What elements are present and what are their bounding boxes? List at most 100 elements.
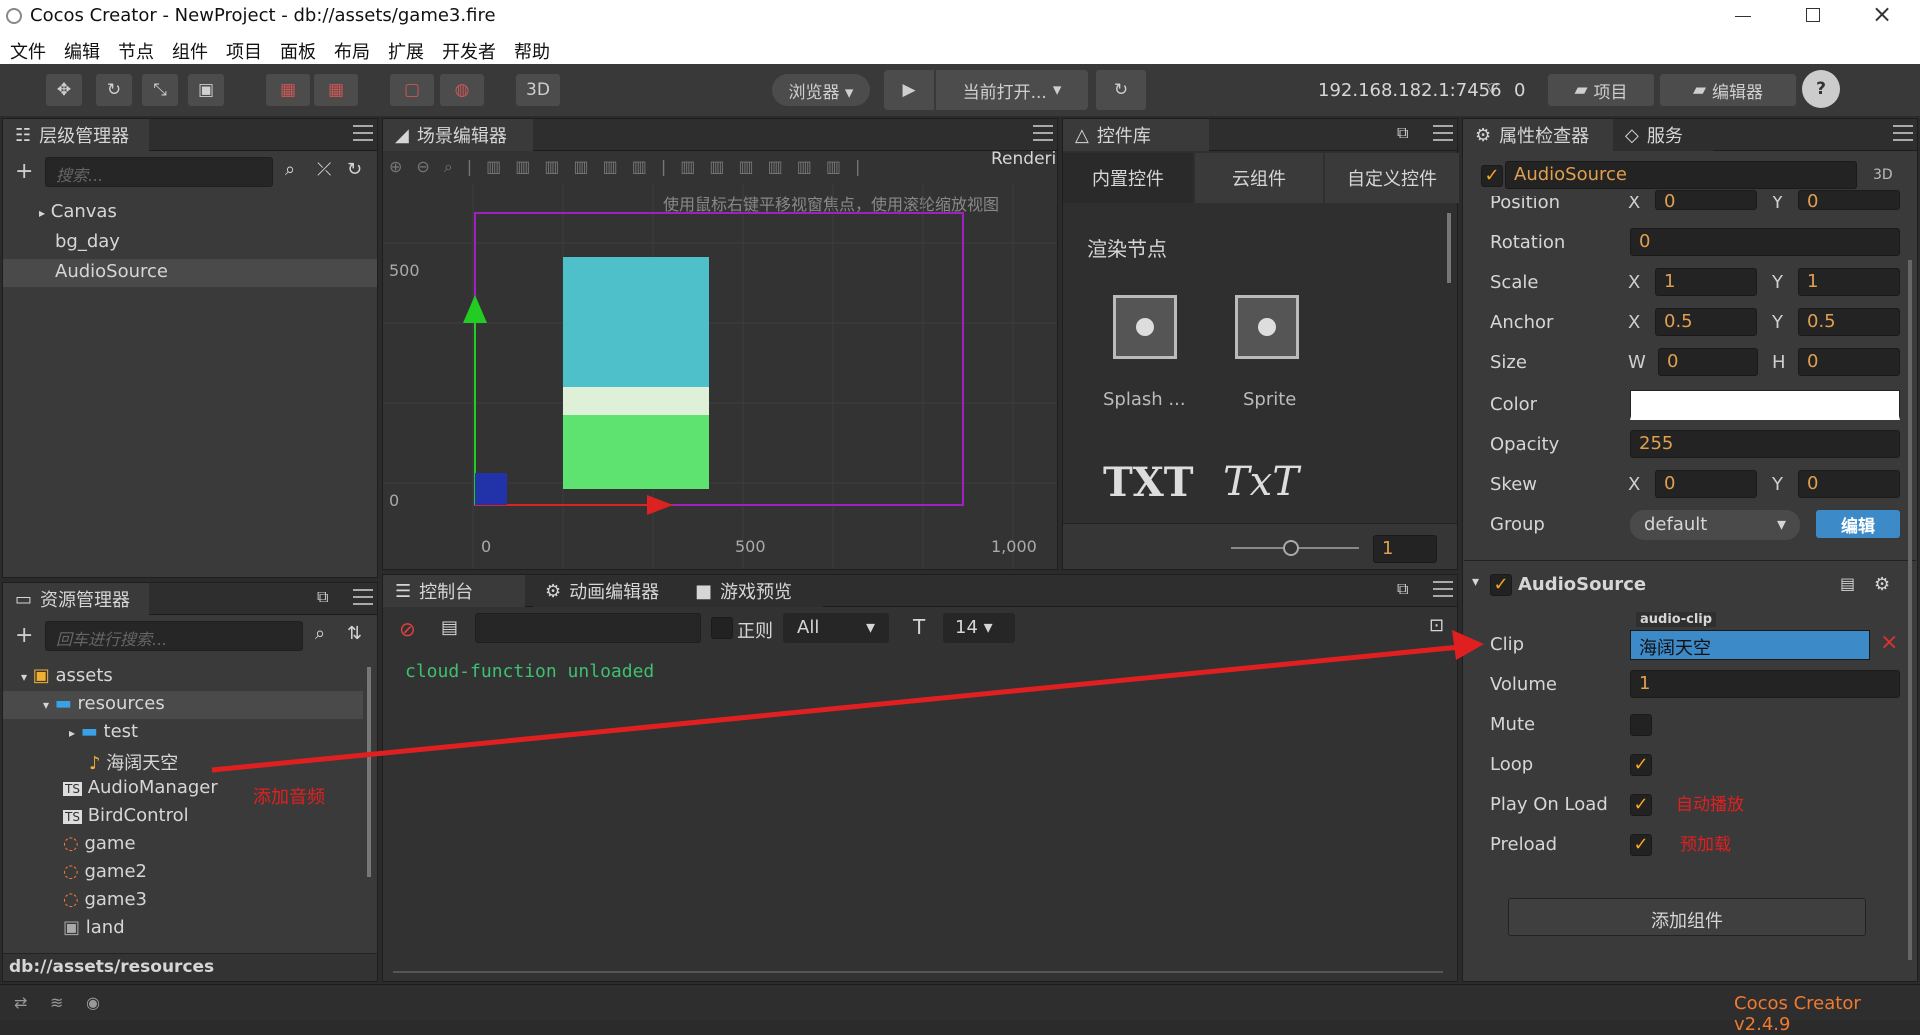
sort-icon[interactable]: ⇅	[347, 623, 362, 644]
tab-widget-library[interactable]: △ 控件库	[1063, 119, 1209, 151]
widget-richtext[interactable]: TxT	[1223, 459, 1299, 505]
opacity-input[interactable]: 255	[1630, 430, 1900, 458]
font-size-select[interactable]: 14 ▾	[943, 613, 1015, 643]
menu-item-2[interactable]: 节点	[118, 38, 154, 64]
menu-item-0[interactable]: 文件	[10, 38, 46, 64]
skew-y-input[interactable]: 0	[1798, 470, 1900, 498]
panel-menu-icon[interactable]	[353, 589, 373, 605]
collapse-icon[interactable]: ⤫	[317, 159, 331, 180]
anchor-x-input[interactable]: 0.5	[1655, 308, 1757, 336]
rotation-input[interactable]: 0	[1630, 228, 1900, 256]
position-y-input[interactable]: 0	[1798, 190, 1900, 210]
group-edit-button[interactable]: 编辑	[1816, 510, 1900, 538]
open-log-icon[interactable]: ▤	[441, 617, 458, 638]
play-button[interactable]: ▶	[884, 70, 934, 110]
playonload-checkbox[interactable]: ✓	[1630, 794, 1652, 816]
console-hscrollbar[interactable]	[393, 971, 1443, 973]
inspector-scrollbar[interactable]	[1908, 260, 1912, 960]
open-editor-button[interactable]: ▰ 编辑器	[1660, 74, 1796, 106]
tree-item-bg-day[interactable]: bg_day	[55, 231, 120, 252]
tab-cloud[interactable]: 云组件	[1195, 153, 1323, 203]
search-icon[interactable]: ⌕	[285, 159, 295, 180]
menu-item-3[interactable]: 组件	[172, 38, 208, 64]
component-enabled-checkbox[interactable]: ✓	[1490, 574, 1512, 596]
scale-x-input[interactable]: 1	[1655, 268, 1757, 296]
tree-item-assets[interactable]: ▾ ▣ assets	[21, 665, 113, 686]
sync-icon[interactable]: ⇄	[14, 993, 27, 1012]
scale-tool-button[interactable]: ⤡	[142, 74, 178, 106]
eye-icon[interactable]: ◉	[86, 993, 100, 1012]
tab-builtin[interactable]: 内置控件	[1063, 153, 1193, 203]
tree-item-game3[interactable]: ◌ game3	[63, 889, 147, 910]
refresh-button[interactable]: ↻	[1096, 70, 1146, 110]
refresh-icon[interactable]: ↻	[347, 159, 362, 180]
add-component-button[interactable]: 添加组件	[1508, 898, 1866, 936]
zoom-input[interactable]: 1	[1373, 535, 1437, 563]
pivot-button[interactable]: ▦	[266, 74, 310, 106]
widget-sprite[interactable]	[1235, 295, 1299, 359]
menu-item-4[interactable]: 项目	[226, 38, 262, 64]
tab-hierarchy[interactable]: ☷ 层级管理器	[3, 119, 149, 151]
widget-splash[interactable]	[1113, 295, 1177, 359]
collapse-console-icon[interactable]: ⊡	[1429, 615, 1444, 636]
log-level-select[interactable]: All ▾	[783, 613, 889, 643]
popout-icon[interactable]: ⧉	[1397, 123, 1408, 143]
coord-button[interactable]: ▦	[314, 74, 358, 106]
open-project-button[interactable]: ▰ 项目	[1548, 74, 1654, 106]
tree-item-test[interactable]: ▸ ▬ test	[69, 721, 138, 742]
color-swatch[interactable]	[1630, 390, 1900, 420]
tab-console[interactable]: ☰ 控制台	[383, 575, 525, 607]
gear-icon[interactable]: ⚙	[1874, 574, 1890, 595]
menu-item-8[interactable]: 开发者	[442, 38, 496, 64]
preload-checkbox[interactable]: ✓	[1630, 834, 1652, 856]
tree-item-resources[interactable]: ▾ ▬ resources	[3, 691, 363, 719]
clip-field[interactable]: 海阔天空	[1630, 630, 1870, 660]
regex-checkbox[interactable]	[711, 617, 733, 639]
group-select[interactable]: default ▾	[1630, 510, 1800, 540]
asset-scrollbar[interactable]	[367, 667, 371, 877]
hierarchy-search-input[interactable]: 搜索...	[45, 157, 273, 187]
tab-services[interactable]: ◇ 服务	[1613, 119, 1713, 151]
menu-item-6[interactable]: 布局	[334, 38, 370, 64]
toggle-3d-button[interactable]: 3D	[516, 74, 560, 106]
loop-checkbox[interactable]: ✓	[1630, 754, 1652, 776]
snap-button[interactable]: ▢	[390, 74, 434, 106]
tab-custom[interactable]: 自定义控件	[1325, 153, 1459, 203]
panel-menu-icon[interactable]	[1433, 581, 1453, 597]
scene-canvas[interactable]	[383, 183, 1057, 569]
node-active-checkbox[interactable]: ✓	[1481, 165, 1503, 187]
asset-search-input[interactable]: 回车进行搜索...	[45, 621, 303, 651]
tree-item-audiosource[interactable]: AudioSource	[3, 259, 377, 287]
widget-label[interactable]: TXT	[1103, 459, 1194, 506]
tab-inspector[interactable]: ⚙ 属性检查器	[1463, 119, 1613, 151]
tree-item-game[interactable]: ◌ game	[63, 833, 136, 854]
widget-scrollbar[interactable]	[1447, 213, 1451, 283]
browser-select[interactable]: 浏览器 ▾	[772, 74, 870, 106]
tree-item-birdcontrol[interactable]: TS BirdControl	[63, 805, 189, 826]
tree-item-land[interactable]: ▣ land	[63, 917, 125, 938]
tab-animation-editor[interactable]: ⚙ 动画编辑器	[533, 575, 683, 607]
tab-game-preview[interactable]: ■ 游戏预览	[683, 575, 823, 607]
size-w-input[interactable]: 0	[1658, 348, 1758, 376]
menu-item-5[interactable]: 面板	[280, 38, 316, 64]
search-icon[interactable]: ⌕	[315, 623, 325, 644]
help-button[interactable]: ?	[1802, 70, 1840, 108]
gizmo-button[interactable]: ◍	[440, 74, 484, 106]
clear-clip-icon[interactable]: ×	[1880, 630, 1898, 655]
menu-item-7[interactable]: 扩展	[388, 38, 424, 64]
popout-icon[interactable]: ⧉	[1397, 579, 1408, 599]
move-tool-button[interactable]: ✥	[46, 74, 82, 106]
current-scene-select[interactable]: 当前打开... ▾	[936, 70, 1088, 110]
volume-input[interactable]: 1	[1630, 670, 1900, 698]
skew-x-input[interactable]: 0	[1655, 470, 1757, 498]
menu-item-9[interactable]: 帮助	[514, 38, 550, 64]
panel-menu-icon[interactable]	[1893, 125, 1913, 141]
clear-console-icon[interactable]: ⊘	[399, 617, 416, 641]
close-icon[interactable]: ×	[1872, 0, 1892, 28]
caret-down-icon[interactable]: ▾	[1472, 574, 1479, 590]
tree-item-audiomanager[interactable]: TS AudioManager	[63, 777, 218, 798]
tree-item-audio-clip[interactable]: ♪ 海阔天空	[89, 749, 178, 775]
tree-item-game2[interactable]: ◌ game2	[63, 861, 147, 882]
console-filter-input[interactable]	[475, 613, 701, 643]
anchor-y-input[interactable]: 0.5	[1798, 308, 1900, 336]
